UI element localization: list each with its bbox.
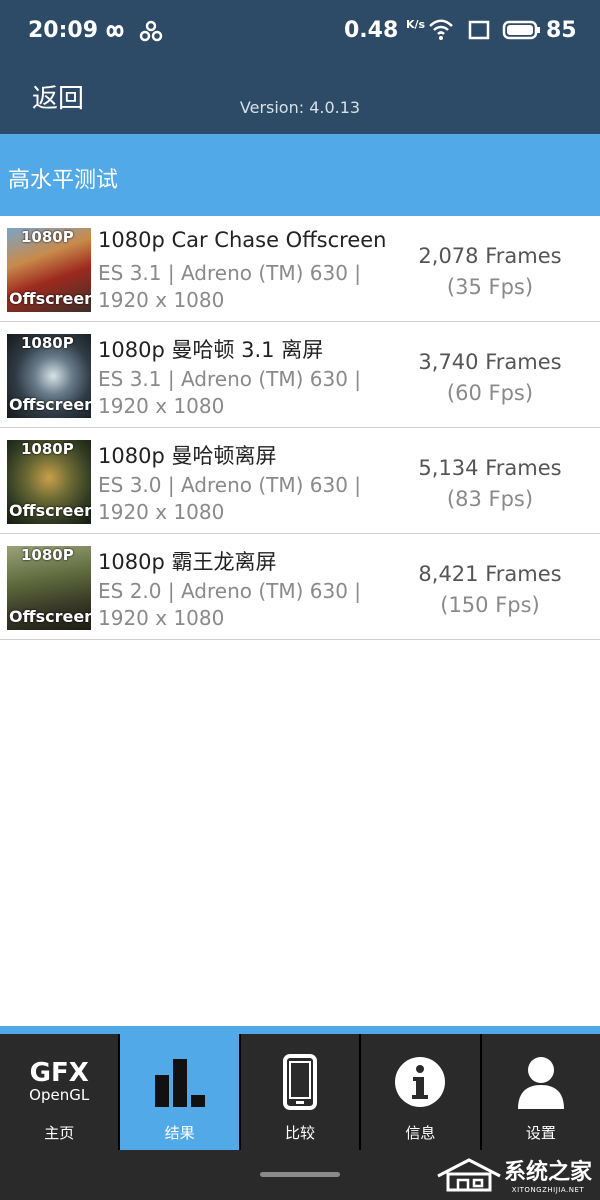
section-title: 高水平测试 bbox=[8, 168, 119, 193]
tab-info-label: 信息 bbox=[405, 1124, 436, 1142]
results-list: 1080P Offscreen 1080p Car Chase Offscree… bbox=[0, 216, 600, 640]
test-name: 1080p 曼哈顿离屏 bbox=[98, 444, 277, 468]
test-thumbnail: 1080P Offscreen bbox=[7, 546, 91, 630]
tab-home-label: 主页 bbox=[44, 1124, 75, 1142]
info-icon bbox=[395, 1057, 446, 1107]
test-name: 1080p 曼哈顿 3.1 离屏 bbox=[98, 338, 324, 362]
status-speed: 0.48 K/s bbox=[344, 18, 425, 43]
thumbnail-resolution: 1080P bbox=[21, 440, 74, 458]
test-frames: 2,078 Frames bbox=[418, 244, 562, 268]
app-header: 返回 Version: 4.0.13 bbox=[0, 64, 600, 134]
watermark-text-block: 系统之家 XITONGZHIJIA.NET bbox=[504, 1154, 592, 1194]
gfx-logo: GFX OpenGL bbox=[0, 1052, 118, 1112]
thumbnail-offscreen: Offscreen bbox=[9, 607, 91, 626]
watermark-subtext: XITONGZHIJIA.NET bbox=[511, 1186, 585, 1194]
battery-level: 85 bbox=[546, 18, 577, 43]
test-resolution: 1920 x 1080 bbox=[98, 500, 225, 524]
test-api: ES 3.0 | Adreno (TM) 630 | bbox=[98, 473, 362, 497]
battery-icon bbox=[502, 20, 540, 40]
result-row[interactable]: 1080P Offscreen 1080p 曼哈顿 3.1 离屏 ES 3.1 … bbox=[0, 322, 600, 428]
speed-value: 0.48 bbox=[344, 18, 399, 43]
test-details: ES 3.0 | Adreno (TM) 630 | 1920 x 1080 bbox=[98, 472, 398, 526]
section-header: 高水平测试 bbox=[0, 134, 600, 216]
bar-chart-icon bbox=[154, 1059, 205, 1107]
tab-strip: GFX OpenGL 主页 结果 比较 信息 设置 bbox=[0, 1034, 600, 1150]
watermark-text: 系统之家 bbox=[503, 1160, 592, 1185]
test-name: 1080p Car Chase Offscreen bbox=[98, 228, 387, 252]
home-gesture-handle[interactable] bbox=[260, 1172, 340, 1177]
thumbnail-offscreen: Offscreen bbox=[9, 501, 91, 520]
phone-icon bbox=[283, 1054, 318, 1110]
result-row[interactable]: 1080P Offscreen 1080p 曼哈顿离屏 ES 3.0 | Adr… bbox=[0, 428, 600, 534]
thumbnail-resolution: 1080P bbox=[21, 334, 74, 352]
test-resolution: 1920 x 1080 bbox=[98, 394, 225, 418]
thumbnail-offscreen: Offscreen bbox=[9, 289, 91, 308]
tab-compare-label: 比较 bbox=[285, 1124, 316, 1142]
link-icon bbox=[139, 20, 163, 42]
gfx-logo-text: GFX bbox=[29, 1058, 89, 1088]
test-frames: 5,134 Frames bbox=[418, 456, 562, 480]
status-bar: 20:09 0.48 K/s 85 bbox=[0, 0, 600, 64]
sim-icon bbox=[468, 20, 490, 40]
tab-info[interactable]: 信息 bbox=[359, 1034, 480, 1150]
test-api: ES 3.1 | Adreno (TM) 630 | bbox=[98, 261, 362, 285]
tab-results-label: 结果 bbox=[164, 1124, 195, 1142]
wifi-icon bbox=[429, 19, 453, 40]
test-fps: (83 Fps) bbox=[446, 487, 534, 511]
test-details: ES 2.0 | Adreno (TM) 630 | 1920 x 1080 bbox=[98, 578, 398, 632]
test-fps: (150 Fps) bbox=[440, 593, 540, 617]
opengl-logo-text: OpenGL bbox=[29, 1086, 90, 1104]
test-details: ES 3.1 | Adreno (TM) 630 | 1920 x 1080 bbox=[98, 260, 398, 314]
tab-results[interactable]: 结果 bbox=[118, 1034, 239, 1150]
test-thumbnail: 1080P Offscreen bbox=[7, 334, 91, 418]
speed-unit: K/s bbox=[405, 18, 426, 31]
test-resolution: 1920 x 1080 bbox=[98, 606, 225, 630]
watermark: 系统之家 XITONGZHIJIA.NET bbox=[434, 1152, 592, 1196]
tab-settings[interactable]: 设置 bbox=[479, 1034, 600, 1150]
thumbnail-resolution: 1080P bbox=[21, 228, 74, 246]
status-time: 20:09 bbox=[28, 18, 99, 43]
test-api: ES 2.0 | Adreno (TM) 630 | bbox=[98, 579, 362, 603]
infinity-icon bbox=[106, 25, 124, 37]
test-fps: (60 Fps) bbox=[446, 381, 534, 405]
tab-home[interactable]: GFX OpenGL 主页 bbox=[0, 1034, 119, 1150]
test-thumbnail: 1080P Offscreen bbox=[7, 440, 91, 524]
test-fps: (35 Fps) bbox=[446, 275, 534, 299]
result-row[interactable]: 1080P Offscreen 1080p Car Chase Offscree… bbox=[0, 216, 600, 322]
thumbnail-offscreen: Offscreen bbox=[9, 395, 91, 414]
test-frames: 8,421 Frames bbox=[418, 562, 562, 586]
test-resolution: 1920 x 1080 bbox=[98, 288, 225, 312]
tab-settings-label: 设置 bbox=[525, 1124, 556, 1142]
result-row[interactable]: 1080P Offscreen 1080p 霸王龙离屏 ES 2.0 | Adr… bbox=[0, 534, 600, 640]
tab-compare[interactable]: 比较 bbox=[238, 1034, 360, 1150]
test-frames: 3,740 Frames bbox=[418, 350, 562, 374]
user-icon bbox=[517, 1057, 564, 1109]
test-details: ES 3.1 | Adreno (TM) 630 | 1920 x 1080 bbox=[98, 366, 398, 420]
test-thumbnail: 1080P Offscreen bbox=[7, 228, 91, 312]
test-api: ES 3.1 | Adreno (TM) 630 | bbox=[98, 367, 362, 391]
version-label: Version: 4.0.13 bbox=[239, 98, 361, 117]
test-name: 1080p 霸王龙离屏 bbox=[98, 550, 277, 574]
bottom-tab-bar: GFX OpenGL 主页 结果 比较 信息 设置 bbox=[0, 1026, 600, 1150]
watermark-logo bbox=[437, 1158, 501, 1192]
thumbnail-resolution: 1080P bbox=[21, 546, 74, 564]
